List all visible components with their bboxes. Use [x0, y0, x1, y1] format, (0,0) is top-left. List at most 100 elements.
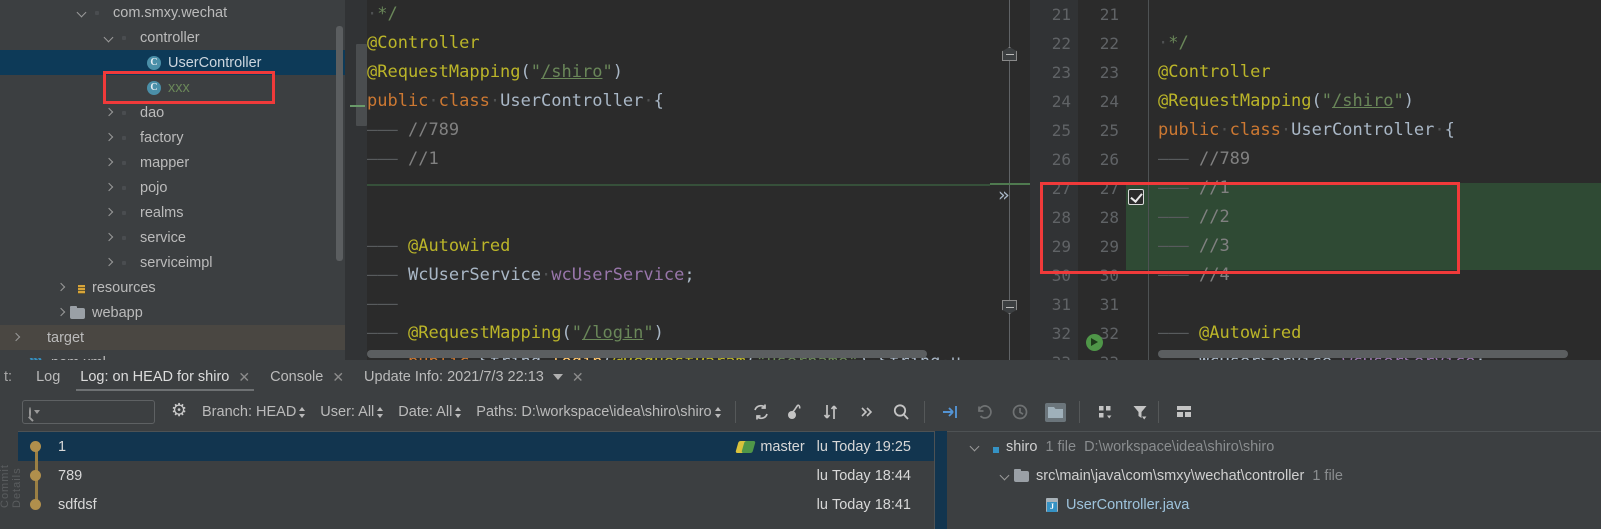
chevron-down-icon[interactable]	[969, 440, 983, 454]
chevron-right-icon[interactable]	[55, 306, 69, 320]
chevron-down-icon[interactable]	[552, 373, 563, 380]
refresh-icon[interactable]	[751, 402, 771, 422]
tree-row-xxx[interactable]: C xxx	[0, 75, 345, 100]
tree-row[interactable]: dao	[0, 100, 345, 125]
search-input[interactable]	[22, 400, 219, 424]
code-line-left[interactable]: @Controller	[345, 29, 990, 58]
group-by-icon[interactable]	[1095, 402, 1115, 422]
commit-row[interactable]: 1 master lu Today 19:25	[18, 432, 935, 461]
tree-row[interactable]: service	[0, 225, 345, 250]
fold-badge-down-icon[interactable]	[1002, 300, 1017, 314]
tree-row[interactable]: factory	[0, 125, 345, 150]
code-line-left[interactable]: public·class·UserController·{	[345, 87, 990, 116]
chevron-updown-icon[interactable]	[377, 406, 384, 419]
chevron-right-icon[interactable]	[103, 106, 117, 120]
code-line-right[interactable]: public·class·UserController·{	[1030, 116, 1601, 145]
chevron-right-icon[interactable]	[103, 231, 117, 245]
code-line-right[interactable]: @RequestMapping("/shiro")	[1030, 87, 1601, 116]
tab-log-on-head-for-shiro[interactable]: Log: on HEAD for shiro ✕	[70, 360, 260, 393]
changed-files-row-file[interactable]: UserController.java	[947, 490, 1601, 519]
code-line-right[interactable]: ——— //2	[1030, 203, 1601, 232]
chevron-down-icon[interactable]	[34, 410, 40, 414]
chevron-right-icon[interactable]	[55, 281, 69, 295]
tree-row-target[interactable]: target	[0, 325, 345, 350]
filter-user[interactable]: User: All	[320, 404, 384, 420]
tab-console[interactable]: Console ✕	[260, 360, 354, 393]
tree-row-pom[interactable]: pom.xml	[0, 350, 345, 361]
cherry-pick-icon[interactable]	[786, 402, 806, 422]
commit-row[interactable]: 789 lu Today 18:44	[18, 461, 935, 490]
chevron-updown-icon[interactable]	[714, 406, 722, 419]
tree-row[interactable]: serviceimpl	[0, 250, 345, 275]
commit-details-side-tab[interactable]: Commit Details	[0, 431, 23, 529]
editor-left-hscrollbar[interactable]	[367, 350, 927, 358]
changed-files-row-package[interactable]: src\main\java\com\smxy\wechat\controller…	[947, 461, 1601, 490]
code-line-left[interactable]: ———	[345, 290, 990, 319]
chevron-updown-icon[interactable]	[299, 406, 306, 419]
filter-date[interactable]: Date: All	[398, 404, 462, 420]
chevron-right-icon[interactable]	[103, 206, 117, 220]
tree-row[interactable]: realms	[0, 200, 345, 225]
more-icon[interactable]	[856, 402, 876, 422]
code-line-left[interactable]: @RequestMapping("/shiro")	[345, 58, 990, 87]
chevron-updown-icon[interactable]	[455, 406, 462, 419]
code-line-right[interactable]: ——— @Autowired	[1030, 319, 1601, 348]
bottom-toolwindow-tabbar[interactable]: t: Log Log: on HEAD for shiro ✕ Console …	[0, 360, 1601, 393]
code-line-right[interactable]: @Controller	[1030, 58, 1601, 87]
sort-icon[interactable]	[821, 402, 841, 422]
chevron-down-icon[interactable]	[103, 31, 117, 45]
branch-label[interactable]: master	[737, 439, 804, 455]
changed-files-panel[interactable]: shiro 1 file D:\workspace\idea\shiro\shi…	[935, 431, 1601, 529]
search-text-field[interactable]	[43, 404, 219, 420]
code-line-right[interactable]: ·*/	[1030, 29, 1601, 58]
code-line-left[interactable]	[345, 203, 990, 232]
commit-list-panel[interactable]: Commit Details 1 master lu Today 19:25 7…	[0, 431, 935, 529]
tab-update-info[interactable]: Update Info: 2021/7/3 22:13 ✕	[354, 360, 594, 393]
chevron-down-icon[interactable]	[76, 6, 90, 20]
chevron-right-icon[interactable]	[103, 181, 117, 195]
tab-log[interactable]: Log	[26, 360, 70, 393]
close-icon[interactable]: ✕	[332, 370, 344, 384]
commit-row[interactable]: sdfdsf lu Today 18:41	[18, 490, 935, 519]
code-line-right[interactable]	[1030, 0, 1601, 29]
log-filter-toolbar[interactable]: Branch: HEAD User: All Date: All Paths: …	[0, 393, 1601, 431]
editor-right-hscrollbar[interactable]	[1158, 350, 1568, 358]
code-line-left[interactable]: ·*/	[345, 0, 990, 29]
code-line-left[interactable]: ——— WcUserService·wcUserService;	[345, 261, 990, 290]
code-line-left[interactable]: ——— //1	[345, 145, 990, 174]
tree-row[interactable]: com.smxy.wechat	[0, 0, 345, 25]
filter-icon[interactable]	[1130, 402, 1150, 422]
project-tree-scrollbar[interactable]	[336, 26, 343, 261]
chevron-right-icon[interactable]	[103, 256, 117, 270]
tree-row[interactable]: pojo	[0, 175, 345, 200]
code-line-left[interactable]: ——— @Autowired	[345, 232, 990, 261]
tree-row[interactable]: controller	[0, 25, 345, 50]
code-line-left[interactable]: ——— @RequestMapping("/login")	[345, 319, 990, 348]
fold-badge-up-icon[interactable]	[1002, 47, 1017, 61]
code-line-left[interactable]: ——— //789	[345, 116, 990, 145]
chevron-right-icon[interactable]	[103, 131, 117, 145]
project-tree-panel[interactable]: com.smxy.wechat controller C UserControl…	[0, 0, 345, 360]
close-icon[interactable]: ✕	[572, 370, 584, 384]
collapse-to-selection-icon[interactable]	[940, 402, 960, 422]
tree-row[interactable]: webapp	[0, 300, 345, 325]
changed-files-row-module[interactable]: shiro 1 file D:\workspace\idea\shiro\shi…	[947, 432, 1601, 461]
code-line-right[interactable]: ——— //789	[1030, 145, 1601, 174]
tree-row[interactable]: resources	[0, 275, 345, 300]
gear-icon[interactable]	[171, 400, 188, 421]
filter-branch[interactable]: Branch: HEAD	[202, 404, 306, 420]
chevron-down-icon[interactable]	[999, 469, 1013, 483]
code-line-left[interactable]	[345, 174, 990, 203]
code-line-right[interactable]: ——— //4	[1030, 261, 1601, 290]
search-icon[interactable]	[891, 402, 911, 422]
editor-right-pane[interactable]: 21222324252627282930313233 2122232425262…	[1030, 0, 1601, 360]
code-line-right[interactable]: ——— //3	[1030, 232, 1601, 261]
close-icon[interactable]: ✕	[238, 370, 250, 384]
chevron-right-icon[interactable]	[103, 156, 117, 170]
code-line-right[interactable]	[1030, 290, 1601, 319]
layout-icon[interactable]	[1174, 402, 1194, 422]
tree-row[interactable]: mapper	[0, 150, 345, 175]
apply-change-chevrons-icon[interactable]: »	[998, 184, 1009, 206]
tree-row-usercontroller[interactable]: C UserController	[0, 50, 345, 75]
folder-icon[interactable]	[1044, 402, 1066, 422]
